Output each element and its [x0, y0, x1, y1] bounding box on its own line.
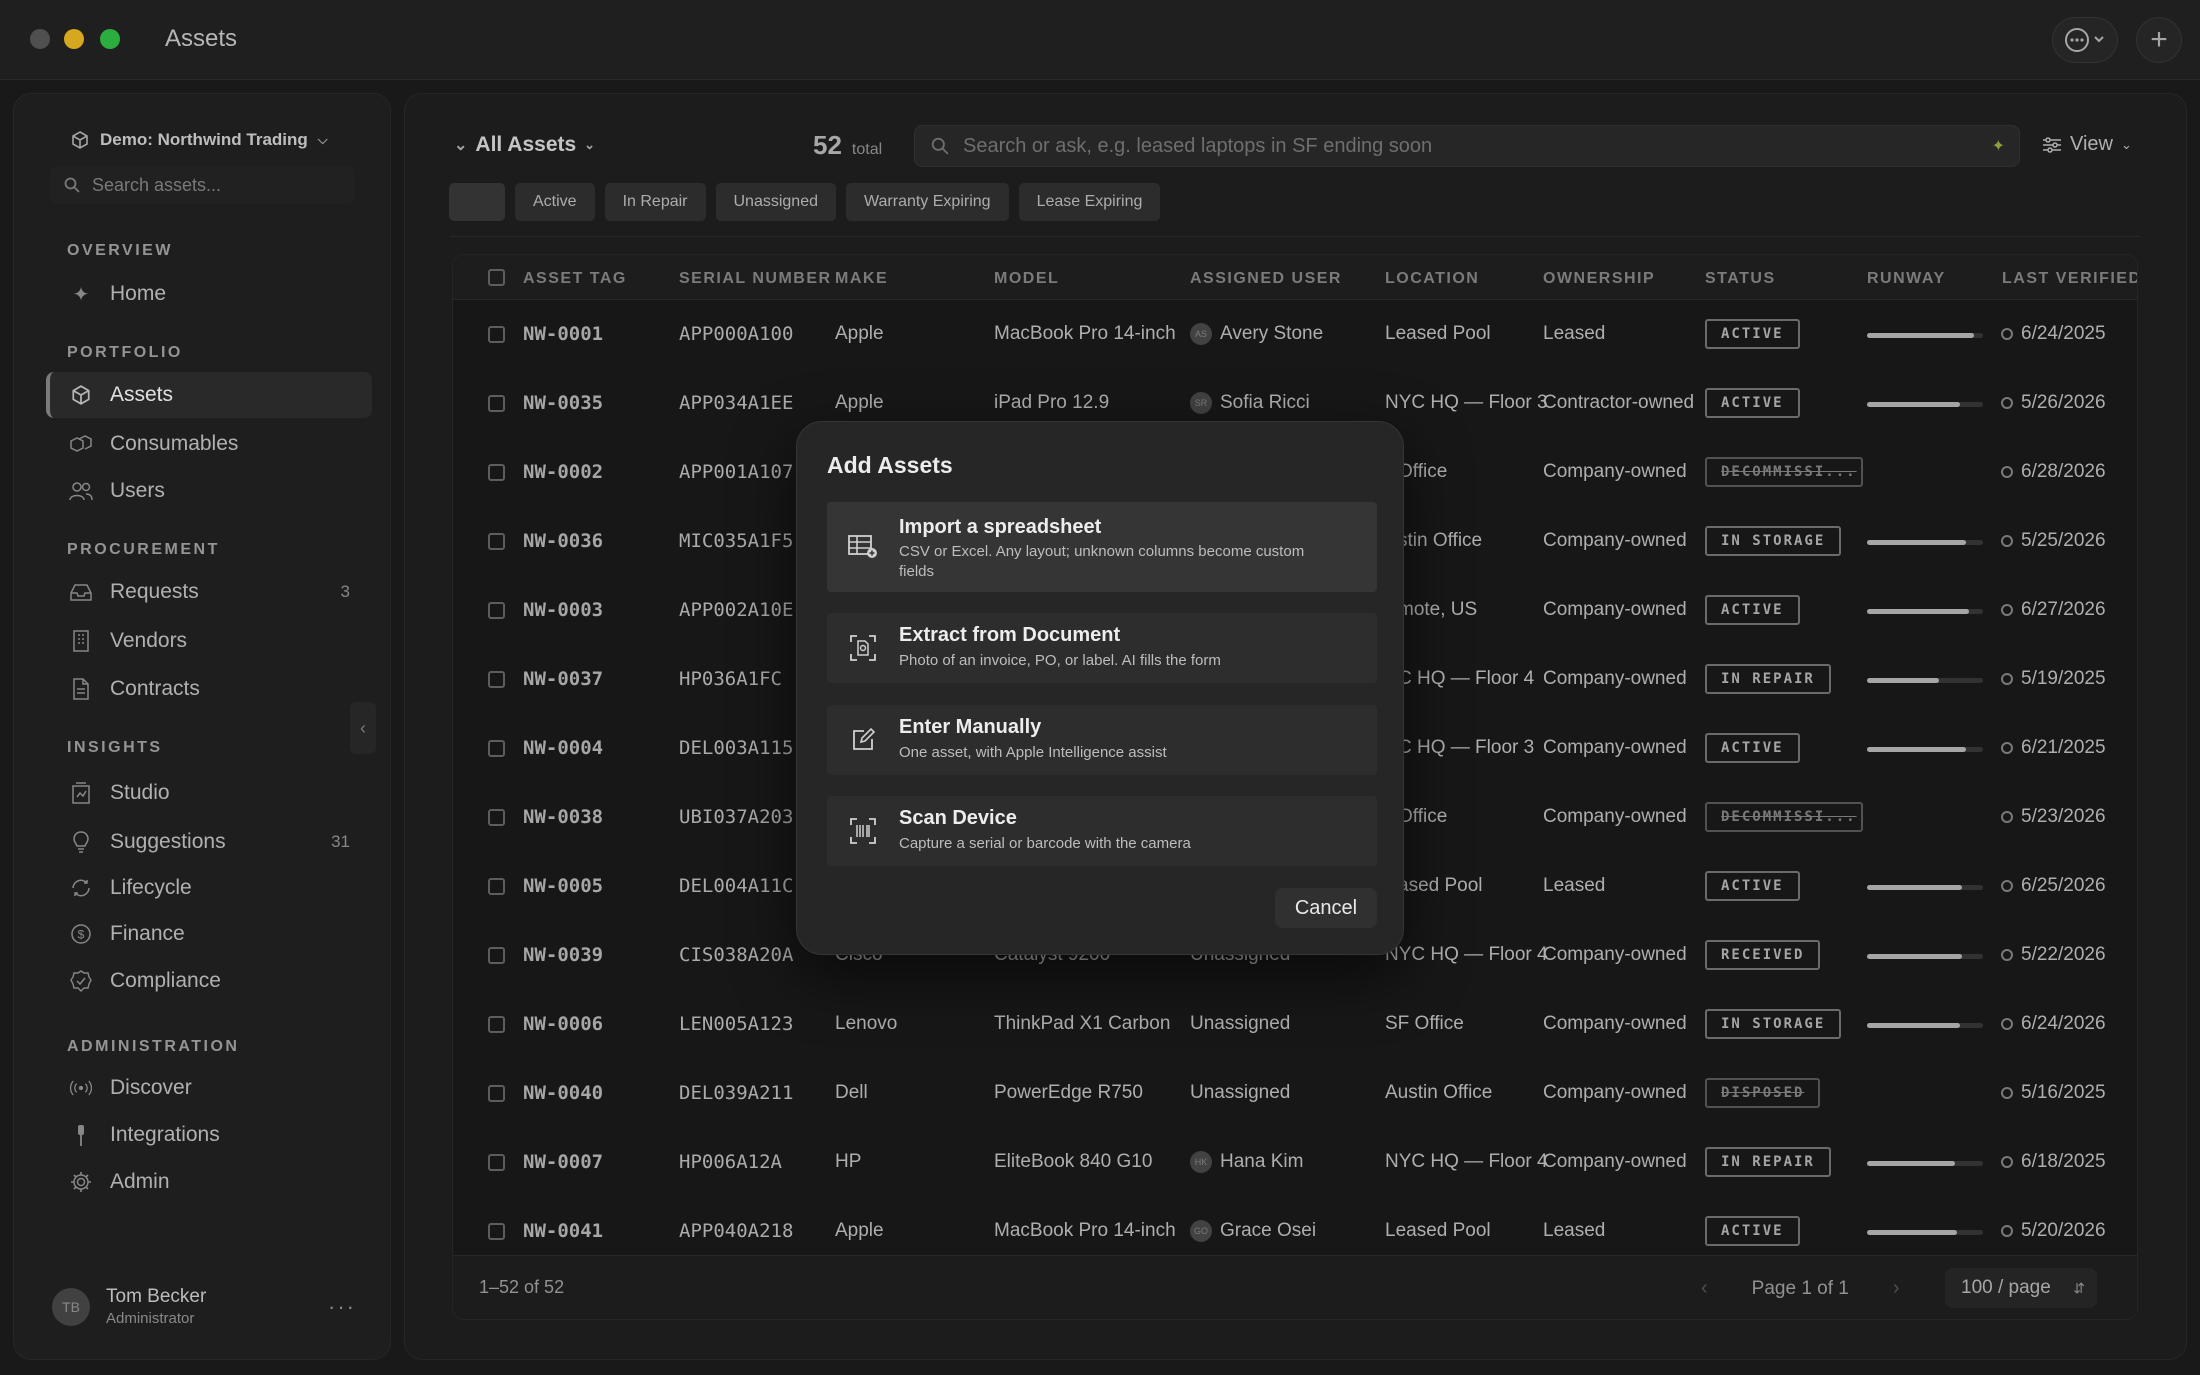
option-description: One asset, with Apple Intelligence assis…: [899, 744, 1167, 761]
table-import-icon: [847, 530, 879, 562]
option-description: CSV or Excel. Any layout; unknown column…: [899, 543, 1305, 580]
dialog-title: Add Assets: [827, 452, 953, 478]
document-scan-icon: [847, 632, 879, 664]
pencil-square-icon: [847, 724, 879, 756]
option-title: Scan Device: [899, 807, 1017, 829]
option-description: Capture a serial or barcode with the cam…: [899, 835, 1191, 852]
option-title: Extract from Document: [899, 624, 1121, 646]
enter-manually-option[interactable]: Enter Manually One asset, with Apple Int…: [827, 705, 1377, 775]
cancel-button[interactable]: Cancel: [1275, 888, 1377, 928]
extract-document-option[interactable]: Extract from Document Photo of an invoic…: [827, 613, 1377, 683]
scan-device-option[interactable]: Scan Device Capture a serial or barcode …: [827, 796, 1377, 866]
barcode-scan-icon: [847, 815, 879, 847]
add-assets-dialog: Add Assets Import a spreadsheet CSV or E…: [796, 421, 1404, 955]
option-title: Import a spreadsheet: [899, 516, 1102, 538]
option-description: Photo of an invoice, PO, or label. AI fi…: [899, 652, 1221, 669]
option-title: Enter Manually: [899, 716, 1042, 738]
import-spreadsheet-option[interactable]: Import a spreadsheet CSV or Excel. Any l…: [827, 502, 1377, 592]
